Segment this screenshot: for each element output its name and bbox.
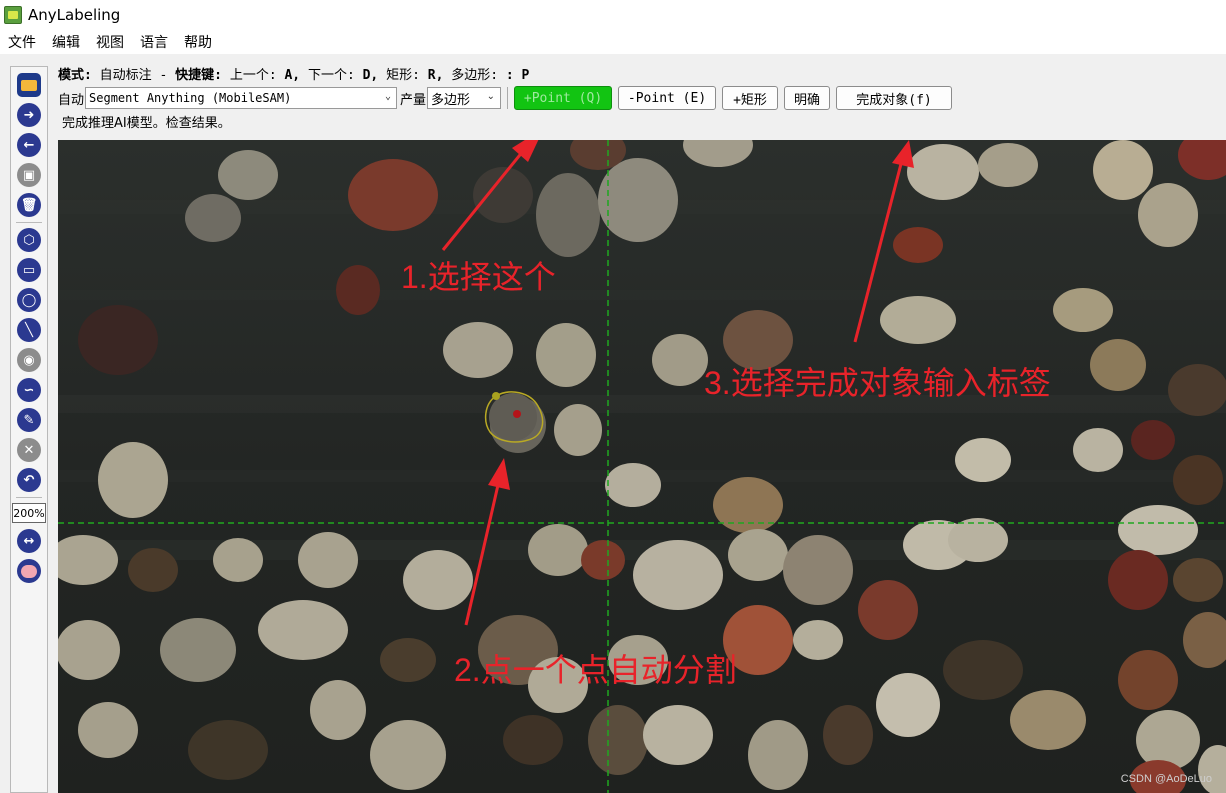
create-rectangle-icon[interactable]: ▭ (17, 258, 41, 282)
remove-point-button[interactable]: -Point (E) (618, 86, 717, 110)
save-icon[interactable]: ▣ (17, 163, 41, 187)
annotation-step-2: 2.点一个点自动分割 (454, 652, 737, 688)
delete-polygon-icon[interactable]: ✕ (17, 438, 41, 462)
finish-object-button[interactable]: 完成对象(f) (836, 86, 953, 110)
next-label: 下一个: (307, 68, 355, 83)
poly-key: : P (505, 68, 530, 83)
create-circle-icon[interactable]: ◯ (17, 288, 41, 312)
model-select-value: Segment Anything (MobileSAM) (89, 91, 292, 105)
model-control-row: 自动 Segment Anything (MobileSAM) ⌄ 产量 多边形… (58, 86, 953, 110)
app-logo-icon (4, 6, 22, 24)
open-folder-icon[interactable] (17, 73, 41, 97)
watermark: CSDN @AoDeLuo (1120, 773, 1212, 785)
output-label: 产量 (400, 92, 427, 108)
next-image-icon[interactable]: ➜ (17, 103, 41, 127)
selected-stone (489, 393, 537, 441)
canvas-image (58, 140, 1226, 793)
prev-image-icon[interactable]: ← (17, 133, 41, 157)
mode-label: 模式: (58, 68, 92, 83)
chevron-down-icon: ⌄ (486, 91, 496, 102)
menu-view[interactable]: 视图 (96, 32, 124, 52)
create-polygon-icon[interactable]: ⬡ (17, 228, 41, 252)
window-title: AnyLabeling (28, 6, 121, 24)
annotation-step-3: 3.选择完成对象输入标签 (704, 365, 1051, 401)
prev-label: 上一个: (229, 68, 277, 83)
title-bar: AnyLabeling (0, 0, 1226, 30)
undo-icon[interactable]: ↶ (17, 468, 41, 492)
prompt-point[interactable] (513, 410, 521, 418)
toolbar-divider (16, 497, 42, 498)
menu-file[interactable]: 文件 (8, 32, 36, 52)
status-message: 完成推理AI模型。检查结果。 (62, 116, 231, 131)
menu-help[interactable]: 帮助 (184, 32, 212, 52)
rect-key: R, (427, 68, 444, 83)
toolbar-divider (16, 222, 42, 223)
edit-polygon-icon[interactable]: ✎ (17, 408, 41, 432)
poly-label: 多边形: (451, 68, 499, 83)
next-key: D, (362, 68, 379, 83)
left-toolbar: ➜ ← ▣ 🗑 ⬡ ▭ ◯ ╲ ◉ ∽ ✎ ✕ ↶ 200% ↔ (10, 66, 48, 793)
add-point-button[interactable]: +Point (Q) (514, 86, 613, 110)
app-window: AnyLabeling 文件 编辑 视图 语言 帮助 ➜ ← ▣ 🗑 ⬡ ▭ ◯… (0, 0, 1226, 793)
auto-labeling-brain-icon[interactable] (17, 559, 41, 583)
output-mode-select[interactable]: 多边形 ⌄ (427, 87, 502, 109)
output-select-value: 多边形 (431, 92, 471, 108)
annotation-step-1: 1.选择这个 (401, 259, 556, 295)
chevron-down-icon: ⌄ (384, 91, 392, 102)
add-rect-button[interactable]: +矩形 (722, 86, 779, 110)
create-point-icon[interactable]: ◉ (17, 348, 41, 372)
clear-button[interactable]: 明确 (784, 86, 831, 110)
model-select[interactable]: Segment Anything (MobileSAM) ⌄ (85, 87, 398, 109)
menu-bar: 文件 编辑 视图 语言 帮助 (0, 30, 1226, 54)
fit-width-icon[interactable]: ↔ (17, 529, 41, 553)
menu-edit[interactable]: 编辑 (52, 32, 80, 52)
create-line-icon[interactable]: ╲ (17, 318, 41, 342)
image-canvas[interactable]: 1.选择这个 2.点一个点自动分割 3.选择完成对象输入标签 CSDN @AoD… (58, 140, 1226, 793)
menu-language[interactable]: 语言 (140, 32, 168, 52)
auto-labeling-panel: 模式: 自动标注 - 快捷键: 上一个: A, 下一个: D, 矩形: R, 多… (50, 58, 1226, 140)
auto-label: 自动 (58, 92, 85, 108)
rect-label: 矩形: (386, 68, 420, 83)
prev-key: A, (284, 68, 301, 83)
shortcut-label: 快捷键: (175, 68, 222, 83)
mode-value: 自动标注 (99, 68, 152, 83)
delete-file-icon[interactable]: 🗑 (17, 193, 41, 217)
polygon-vertex[interactable] (492, 392, 500, 400)
mode-dash: - (159, 68, 168, 83)
row-divider (507, 87, 509, 109)
create-linestrip-icon[interactable]: ∽ (17, 378, 41, 402)
mode-shortcut-line: 模式: 自动标注 - 快捷键: 上一个: A, 下一个: D, 矩形: R, 多… (58, 64, 529, 83)
zoom-level-input[interactable]: 200% (12, 503, 46, 523)
